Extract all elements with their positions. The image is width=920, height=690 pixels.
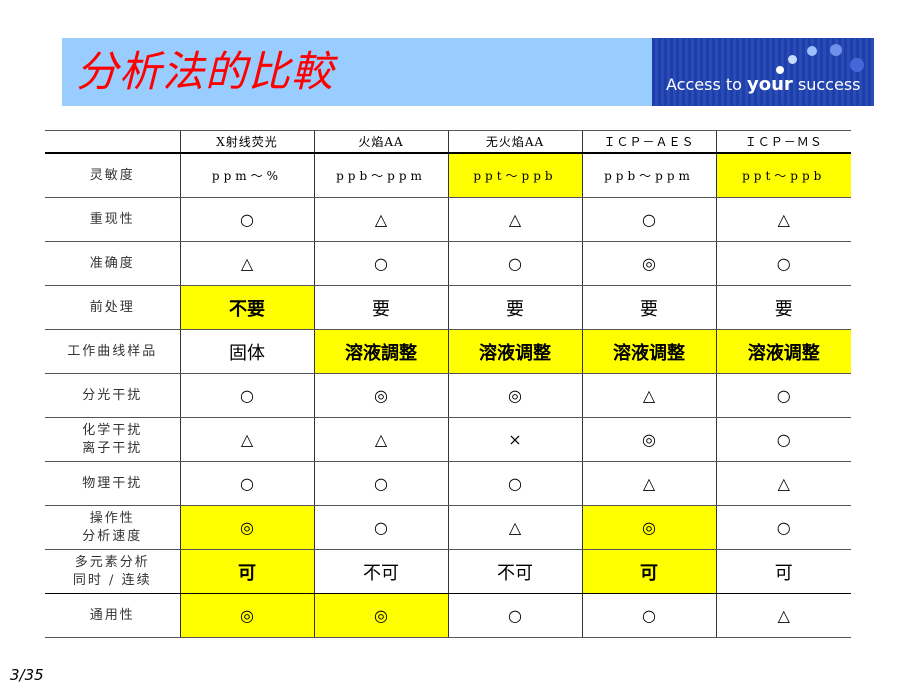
table-cell: 要: [313, 285, 448, 330]
table-cell: 要: [447, 285, 582, 330]
row-label: 工作曲线样品: [45, 329, 180, 374]
column-header: ＩＣＰ－ＭＳ: [715, 130, 851, 154]
table-row: 物理干扰 ○ ○ ○ △ △: [45, 461, 851, 506]
logo-dot: [850, 58, 864, 72]
table-cell: △: [581, 373, 716, 418]
row-label: 灵敏度: [45, 153, 180, 198]
table-cell: 溶液调整: [715, 329, 851, 374]
column-header: 无火焰AA: [447, 130, 582, 154]
row-label: 操作性 分析速度: [45, 505, 180, 550]
column-header: 火焰AA: [313, 130, 448, 154]
table-cell: ◎: [581, 417, 716, 462]
table-cell: 不要: [179, 285, 314, 330]
logo-text: Access to your success: [666, 74, 861, 95]
table-cell: ◎: [581, 241, 716, 286]
table-cell: ○: [447, 593, 582, 638]
logo: Access to your success: [652, 38, 874, 106]
table-cell: ○: [581, 197, 716, 242]
table-cell: ◎: [581, 505, 716, 550]
table-cell: △: [715, 593, 851, 638]
table-row: 多元素分析 同时 / 连续可不可 不可可可: [45, 549, 851, 594]
table-cell: ○: [447, 461, 582, 506]
table-cell: △: [581, 461, 716, 506]
table-cell: ppb～ppm: [313, 153, 448, 198]
row-label: 重现性: [45, 197, 180, 242]
table-cell: ○: [313, 241, 448, 286]
table-cell: 可: [715, 549, 851, 594]
table-cell: 溶液调整: [581, 329, 716, 374]
table-cell: △: [447, 197, 582, 242]
table-cell: 不可: [313, 549, 448, 594]
table-cell: ◎: [313, 593, 448, 638]
table-row: 操作性 分析速度 ◎ ○ △ ◎ ○: [45, 505, 851, 550]
table-cell: ◎: [179, 505, 314, 550]
table-cell: ○: [715, 373, 851, 418]
table-row: 前处理 不要要要要要: [45, 285, 851, 330]
table-cell: ppm～%: [179, 153, 314, 198]
header-corner: [45, 130, 180, 154]
slide-title: 分析法的比較: [76, 47, 335, 96]
table-cell: ○: [581, 593, 716, 638]
table-cell: ○: [313, 505, 448, 550]
column-header: X射线荧光: [179, 130, 314, 154]
table-header-row: X射线荧光 火焰AA 无火焰AA ＩＣＰ－ＡＥＳ ＩＣＰ－ＭＳ: [45, 130, 851, 154]
table-cell: 溶液調整: [313, 329, 448, 374]
row-label: 多元素分析 同时 / 连续: [45, 549, 180, 594]
comparison-table: X射线荧光 火焰AA 无火焰AA ＩＣＰ－ＡＥＳ ＩＣＰ－ＭＳ 灵敏度 ppm～% ppb～p…: [45, 130, 851, 638]
page-number: 3/35: [10, 666, 44, 684]
row-label: 通用性: [45, 593, 180, 638]
table-cell: 溶液调整: [447, 329, 582, 374]
logo-dot: [788, 55, 797, 64]
table-cell: ppb～ppm: [581, 153, 716, 198]
table-cell: 要: [715, 285, 851, 330]
row-label: 准确度: [45, 241, 180, 286]
table-row: 分光干扰 ○ ◎ ◎ △ ○: [45, 373, 851, 418]
table-cell: ○: [715, 241, 851, 286]
table-cell: 不可: [447, 549, 582, 594]
table-cell: △: [179, 417, 314, 462]
table-cell: ◎: [179, 593, 314, 638]
row-label: 分光干扰: [45, 373, 180, 418]
table-cell: 要: [581, 285, 716, 330]
table-cell: ×: [447, 417, 582, 462]
table-cell: △: [313, 417, 448, 462]
table-cell: 可: [581, 549, 716, 594]
logo-dot: [776, 66, 784, 74]
table-cell: ◎: [313, 373, 448, 418]
row-label: 前处理: [45, 285, 180, 330]
table-row: 重现性 ○ △ △ ○ △: [45, 197, 851, 242]
table-row: 灵敏度 ppm～% ppb～ppm ppt～ppb ppb～ppm ppt～ppb: [45, 153, 851, 198]
row-label: 化学干扰 离子干扰: [45, 417, 180, 462]
table-cell: ○: [179, 373, 314, 418]
table-cell: ○: [179, 197, 314, 242]
table-cell: △: [715, 461, 851, 506]
table-row: 准确度 △ ○ ○ ◎ ○: [45, 241, 851, 286]
table-row: 工作曲线样品 固体 溶液調整 溶液调整 溶液调整 溶液调整: [45, 329, 851, 374]
row-label: 物理干扰: [45, 461, 180, 506]
table-cell: ○: [715, 505, 851, 550]
table-cell: △: [715, 197, 851, 242]
table-cell: ○: [447, 241, 582, 286]
table-cell: ppt～ppb: [447, 153, 582, 198]
table-cell: ○: [179, 461, 314, 506]
column-header: ＩＣＰ－ＡＥＳ: [581, 130, 716, 154]
logo-dot: [807, 46, 817, 56]
title-banner: 分析法的比較 Access to your success: [62, 38, 874, 106]
table-cell: 可: [179, 549, 314, 594]
table-row: 化学干扰 离子干扰 △ △ × ◎ ○: [45, 417, 851, 462]
table-cell: △: [447, 505, 582, 550]
table-cell: ppt～ppb: [715, 153, 851, 198]
table-cell: △: [179, 241, 314, 286]
table-cell: △: [313, 197, 448, 242]
table-row: 通用性 ◎ ◎ ○ ○ △: [45, 593, 851, 638]
table-cell: ◎: [447, 373, 582, 418]
logo-dot: [830, 44, 842, 56]
table-cell: ○: [313, 461, 448, 506]
table-cell: ○: [715, 417, 851, 462]
table-cell: 固体: [179, 329, 314, 374]
